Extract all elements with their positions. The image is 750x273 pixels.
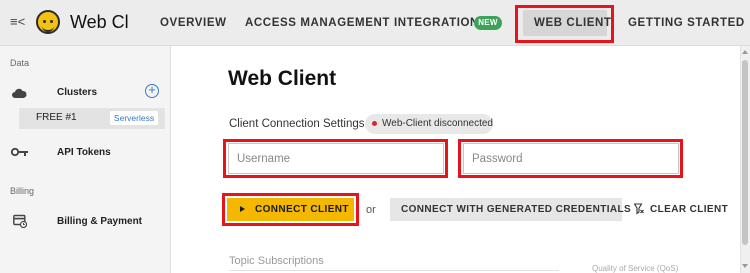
bee-logo-icon[interactable] <box>36 10 60 34</box>
scrollbar-thumb[interactable] <box>742 60 748 245</box>
sidebar-item-clusters[interactable]: Clusters <box>57 87 97 98</box>
topic-subscriptions-label: Topic Subscriptions <box>229 255 324 267</box>
annotation-box-username <box>223 139 448 178</box>
brand-title: Web Cli <box>70 12 128 32</box>
cloud-icon <box>12 88 27 98</box>
clear-client-button[interactable]: CLEAR CLIENT <box>650 204 728 215</box>
key-icon <box>11 147 28 157</box>
connection-settings-label: Client Connection Settings <box>229 118 365 130</box>
sidebar-item-billing[interactable]: Billing & Payment <box>57 216 142 227</box>
tab-access-management[interactable]: ACCESS MANAGEMENT <box>245 17 390 29</box>
annotation-box-web-client-tab <box>515 5 614 43</box>
sidebar-item-api-tokens[interactable]: API Tokens <box>57 147 111 158</box>
tab-getting-started[interactable]: GETTING STARTED <box>628 17 745 29</box>
page-title: Web Client <box>228 67 337 90</box>
status-text: Web-Client disconnected <box>382 118 493 129</box>
collapse-menu-icon[interactable]: ≡< <box>10 15 26 29</box>
sidebar <box>0 46 171 273</box>
billing-icon <box>13 214 27 228</box>
or-separator: or <box>366 204 376 216</box>
connect-generated-credentials-label: CONNECT WITH GENERATED CREDENTIALS <box>401 204 632 215</box>
sidebar-section-data: Data <box>10 58 30 68</box>
topic-divider <box>229 270 559 271</box>
annotation-box-password <box>458 139 683 178</box>
serverless-badge: Serverless <box>110 111 158 125</box>
new-badge: NEW <box>474 16 502 30</box>
plus-circle-icon[interactable]: + <box>145 83 159 98</box>
tab-overview[interactable]: OVERVIEW <box>160 17 227 29</box>
cluster-name: FREE #1 <box>36 112 77 123</box>
clear-filter-icon[interactable] <box>634 203 644 215</box>
scroll-up-arrow-icon[interactable] <box>742 50 748 54</box>
annotation-box-connect <box>222 193 359 226</box>
qos-label: Quality of Service (QoS) <box>592 264 679 273</box>
status-dot-icon <box>372 121 377 126</box>
scroll-down-arrow-icon[interactable] <box>742 264 748 268</box>
sidebar-section-billing: Billing <box>10 186 35 196</box>
